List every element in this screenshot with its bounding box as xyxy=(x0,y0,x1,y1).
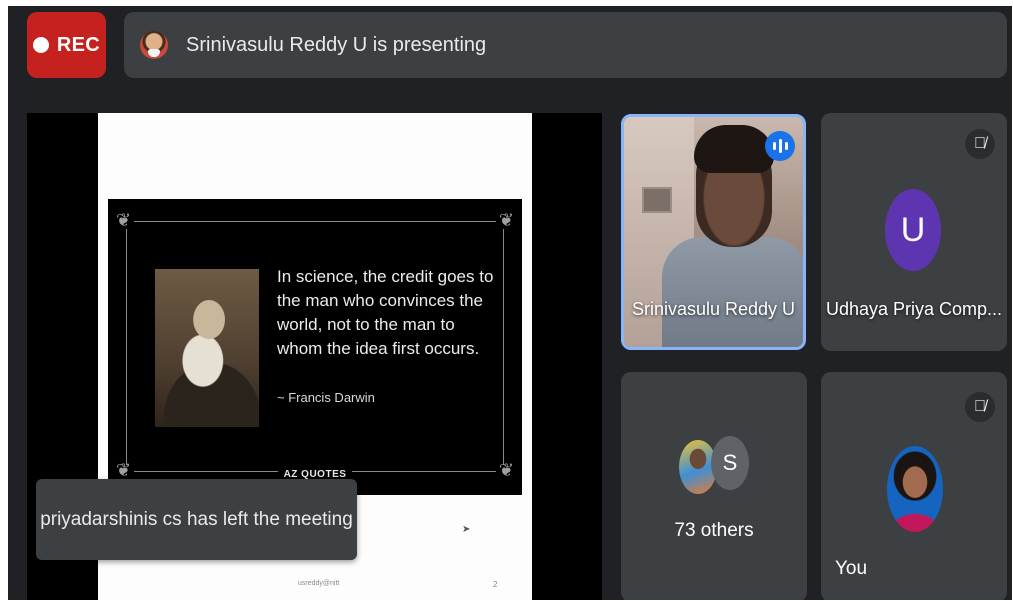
meeting-stage: REC Srinivasulu Reddy U is presenting ❦ … xyxy=(8,6,1012,600)
others-count: 73 others xyxy=(674,520,754,541)
slide-number: 2 xyxy=(493,580,498,589)
participant-tile-others[interactable]: S 73 others xyxy=(621,372,807,600)
tile-name: Udhaya Priya Comp... xyxy=(825,299,1003,319)
frame-line xyxy=(134,221,496,222)
frame-line xyxy=(126,229,127,465)
wall-picture xyxy=(642,187,672,213)
avatar: U xyxy=(885,189,941,271)
you-label: You xyxy=(835,558,868,579)
presenting-text: Srinivasulu Reddy U is presenting xyxy=(186,33,487,56)
participant-tile-you[interactable]: 🎙̸ You xyxy=(821,372,1007,600)
presenting-banner: Srinivasulu Reddy U is presenting xyxy=(124,12,1007,78)
audio-level-icon xyxy=(765,131,795,161)
participant-tile-presenter[interactable]: Srinivasulu Reddy U xyxy=(621,114,806,350)
others-avatars: S xyxy=(679,436,759,496)
presenter-body xyxy=(662,237,803,347)
mouse-cursor-icon: ➤ xyxy=(462,524,471,535)
flourish-icon: ❦ xyxy=(498,210,514,230)
flourish-icon: ❦ xyxy=(116,210,132,230)
toast-message: priyadarshinis cs has left the meeting xyxy=(40,508,353,530)
mic-off-icon: 🎙̸ xyxy=(965,392,995,422)
avatar xyxy=(887,446,943,532)
notification-toast: priyadarshinis cs has left the meeting xyxy=(36,479,357,560)
presenter-hair xyxy=(694,125,774,173)
recording-indicator: REC xyxy=(27,12,106,78)
quote-author: ~ Francis Darwin xyxy=(277,390,375,405)
tile-name: Srinivasulu Reddy U xyxy=(631,299,796,319)
frame-line xyxy=(503,229,504,465)
record-dot-icon xyxy=(32,37,49,53)
quote-card: ❦ ❦ ❦ ❦ In science, the credit goes to t… xyxy=(108,199,522,495)
quote-text: In science, the credit goes to the man w… xyxy=(277,267,494,358)
participant-tile-udhaya[interactable]: 🎙̸ U Udhaya Priya Comp... xyxy=(821,113,1007,351)
darwin-portrait xyxy=(155,269,259,427)
rec-label: REC xyxy=(56,33,101,56)
presenter-avatar xyxy=(140,31,168,59)
avatar: S xyxy=(711,436,749,490)
mic-off-icon: 🎙̸ xyxy=(965,129,995,159)
slide-footer: usreddy@nitt xyxy=(298,580,340,587)
